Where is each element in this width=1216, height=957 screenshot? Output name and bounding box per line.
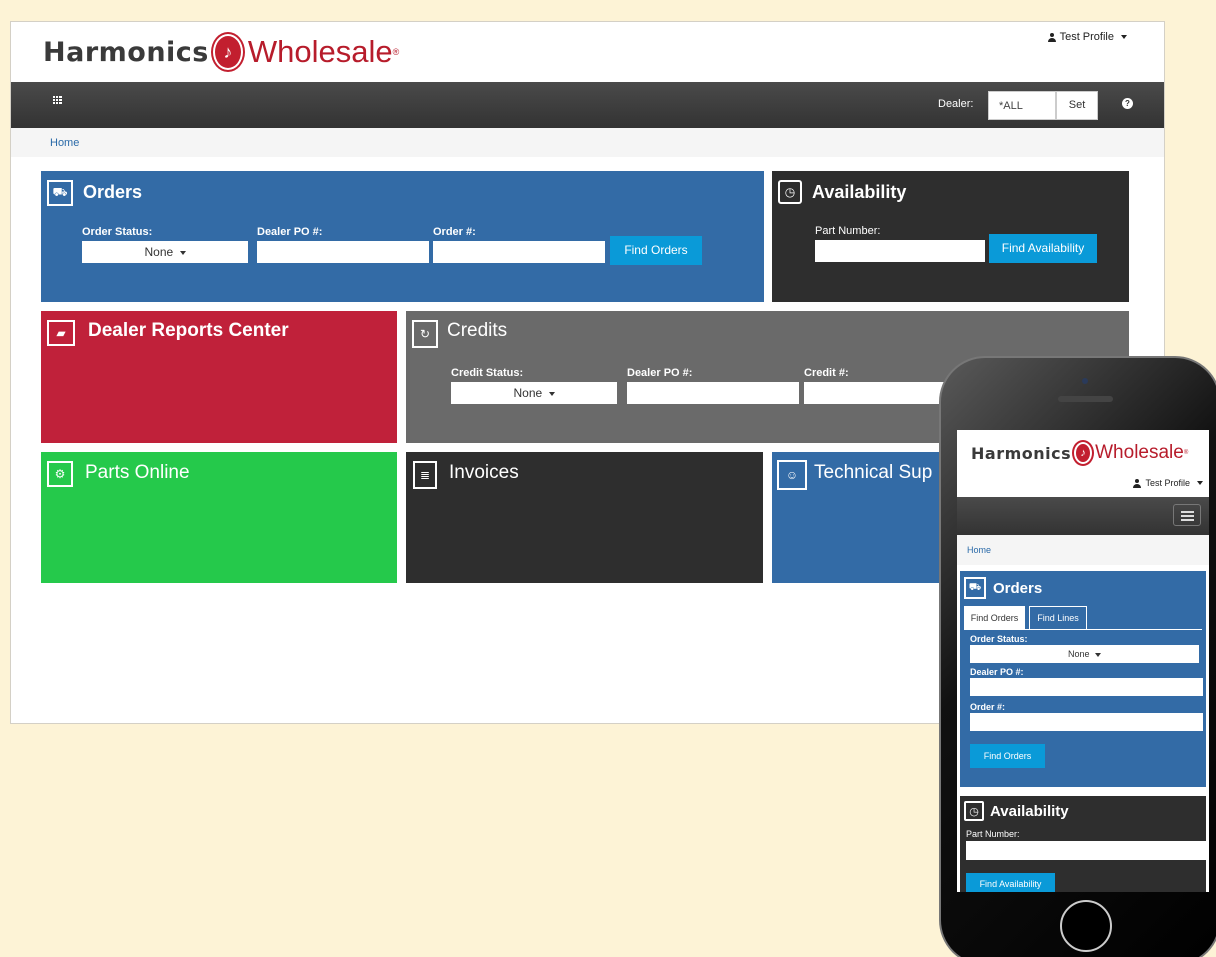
document-icon: ≣ [413,461,437,489]
tab-find-orders[interactable]: Find Orders [964,606,1025,629]
mobile-order-number-input[interactable] [970,713,1203,731]
logo-registered-mark: ® [392,47,400,57]
tab-find-lines[interactable]: Find Lines [1029,606,1087,629]
invoices-tile[interactable]: ≣ Invoices [406,452,763,583]
header: Harmonics ♪ Wholesale ® Test Profile [11,22,1164,82]
parts-online-tile[interactable]: ⚙ Parts Online [41,452,397,583]
credit-status-select[interactable]: None [451,382,617,404]
truck-icon: ⛟ [964,577,986,599]
user-icon [1047,32,1056,42]
credit-dealer-po-label: Dealer PO #: [627,367,693,379]
top-navbar: Dealer: *ALL Set ? [11,82,1164,128]
logo-name-left: Harmonics [43,36,209,68]
mobile-orders-title: Orders [993,580,1043,597]
dealer-input[interactable]: *ALL [988,91,1056,120]
credit-status-label: Credit Status: [451,367,524,379]
find-orders-button[interactable]: Find Orders [610,236,702,265]
mobile-profile-label: Test Profile [1145,478,1190,488]
mobile-logo-mark-icon: ♪ [1074,442,1093,464]
caret-down-icon [1121,35,1127,39]
mobile-logo-name-left: Harmonics [971,443,1072,463]
hamburger-icon[interactable] [1173,504,1201,526]
gears-icon: ⚙ [47,461,73,487]
caret-down-icon [1095,652,1102,657]
clock-icon: ◷ [964,801,984,821]
mobile-find-orders-button[interactable]: Find Orders [970,744,1045,768]
mobile-brand-logo[interactable]: Harmonics ♪ Wholesale ® [971,438,1188,468]
mobile-order-status-select[interactable]: None [970,645,1199,663]
find-availability-button[interactable]: Find Availability [989,234,1097,263]
caret-down-icon [1197,481,1203,485]
user-icon [1133,478,1142,488]
profile-label: Test Profile [1059,31,1114,43]
mobile-navbar [957,497,1209,535]
mobile-breadcrumb: Home [957,535,1209,565]
technical-support-title: Technical Sup [814,462,933,483]
parts-online-title: Parts Online [85,462,190,483]
support-agent-icon: ☺ [777,460,807,490]
truck-icon: ⛟ [47,180,73,206]
tab-divider [964,629,1202,630]
set-dealer-button[interactable]: Set [1056,91,1098,120]
dealer-po-input[interactable] [257,241,429,263]
credit-status-value: None [513,386,543,400]
availability-title: Availability [812,182,907,202]
refresh-icon: ↻ [412,320,438,348]
home-button[interactable] [1060,900,1112,952]
mobile-availability-tile: ◷ Availability Part Number: Find Availab… [960,796,1206,892]
logo-name-right: Wholesale [247,34,393,69]
mobile-part-number-label: Part Number: [966,829,1020,839]
mobile-breadcrumb-home[interactable]: Home [967,545,991,555]
order-number-input[interactable] [433,241,605,263]
credit-dealer-po-input[interactable] [627,382,799,404]
order-number-label: Order #: [433,226,476,238]
mobile-profile-menu[interactable]: Test Profile [1133,478,1203,488]
phone-mockup: Harmonics ♪ Wholesale ® Test Profile Hom… [939,356,1216,957]
part-number-input[interactable] [815,240,985,262]
dealer-reports-tile[interactable]: ▰ Dealer Reports Center [41,311,397,443]
breadcrumb: Home [11,128,1164,157]
credit-number-label: Credit #: [804,367,849,379]
caret-down-icon [548,391,555,396]
mobile-dealer-po-label: Dealer PO #: [970,667,1024,677]
mobile-order-status-label: Order Status: [970,634,1028,644]
mobile-orders-tile: ⛟ Orders Find Orders Find Lines Order St… [960,571,1206,787]
dealer-reports-title: Dealer Reports Center [88,320,289,341]
mobile-logo-name-right: Wholesale [1095,442,1184,463]
profile-menu[interactable]: Test Profile [1047,31,1127,43]
folder-open-icon: ▰ [47,320,75,346]
orders-title: Orders [83,182,143,202]
dealer-label: Dealer: [938,98,974,110]
speaker-grille [1058,396,1113,402]
camera-icon [1082,378,1088,384]
part-number-label: Part Number: [815,225,881,237]
availability-tile: ◷ Availability Part Number: Find Availab… [772,171,1129,302]
order-status-select[interactable]: None [82,241,248,263]
logo-mark-icon: ♪ [212,34,243,70]
phone-screen: Harmonics ♪ Wholesale ® Test Profile Hom… [957,430,1209,892]
dealer-po-label: Dealer PO #: [257,226,323,238]
order-status-label: Order Status: [82,226,153,238]
credits-title: Credits [447,320,508,341]
order-status-value: None [144,245,174,259]
invoices-title: Invoices [449,462,519,483]
mobile-availability-title: Availability [990,803,1069,820]
question-circle-icon[interactable]: ? [1122,98,1133,109]
mobile-order-number-label: Order #: [970,702,1006,712]
mobile-part-number-input[interactable] [966,841,1206,860]
clock-icon: ◷ [778,180,802,204]
brand-logo[interactable]: Harmonics ♪ Wholesale ® [43,30,399,74]
breadcrumb-home[interactable]: Home [50,137,79,149]
mobile-order-status-value: None [1067,649,1090,659]
caret-down-icon [179,250,186,255]
mobile-find-availability-button[interactable]: Find Availability [966,873,1055,892]
grid-icon[interactable] [53,96,62,104]
mobile-logo-registered-mark: ® [1183,450,1189,456]
orders-tile: ⛟ Orders Order Status: None Dealer PO #:… [41,171,764,302]
mobile-dealer-po-input[interactable] [970,678,1203,696]
